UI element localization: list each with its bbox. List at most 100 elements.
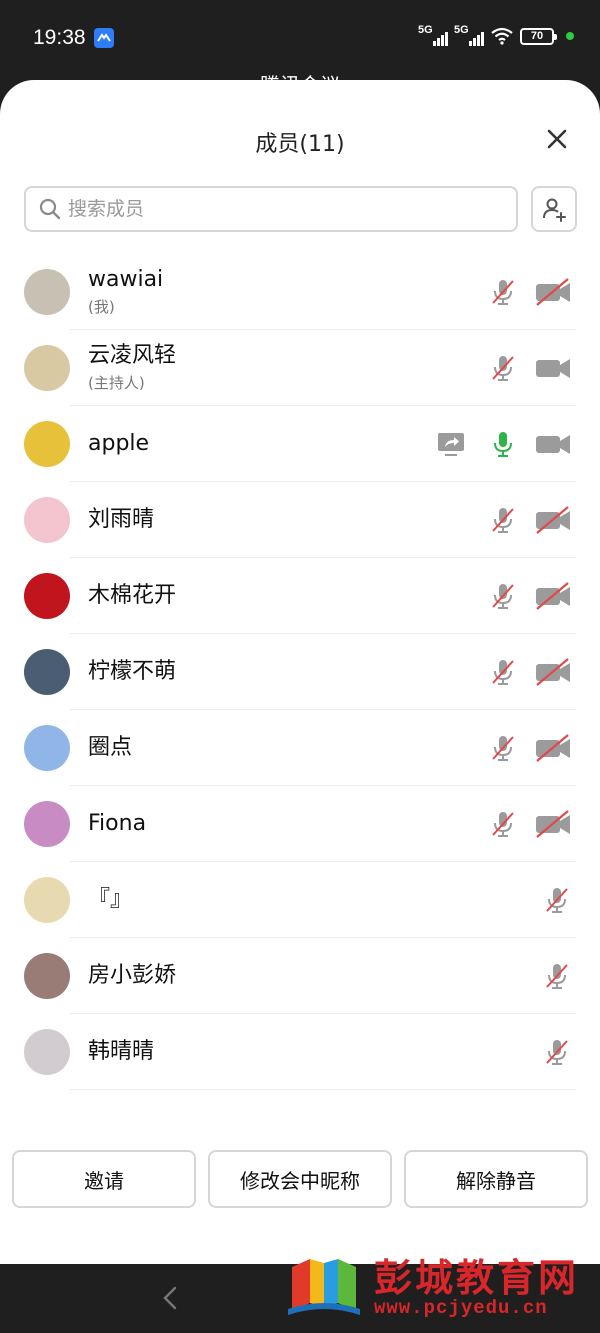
invite-button[interactable]: 邀请 — [12, 1150, 196, 1208]
member-status-icons — [488, 710, 572, 786]
mic-muted-icon[interactable] — [488, 733, 518, 763]
camera-off-icon[interactable] — [534, 733, 572, 763]
member-name-block: 木棉花开 — [88, 558, 176, 634]
member-status-icons — [488, 558, 572, 634]
mic-muted-icon[interactable] — [488, 581, 518, 611]
member-name-block: 柠檬不萌 — [88, 634, 176, 710]
mic-muted-icon[interactable] — [488, 277, 518, 307]
avatar — [24, 649, 70, 695]
member-name: 圈点 — [88, 735, 133, 760]
camera-icon[interactable] — [534, 429, 572, 459]
mic-muted-icon[interactable] — [488, 505, 518, 535]
avatar — [24, 345, 70, 391]
member-name: 『』 — [88, 887, 133, 912]
members-sheet: 成员(11) wawiai (我) 云凌风轻 (主持人) apple 刘雨晴木棉花开柠檬不… — [0, 80, 600, 1264]
member-status-icons — [436, 406, 572, 482]
member-row[interactable]: 木棉花开 — [0, 558, 600, 634]
member-name: Fiona — [88, 811, 147, 836]
screen-share-icon — [438, 433, 464, 456]
camera-off-icon[interactable] — [534, 809, 572, 839]
member-row[interactable]: Fiona — [0, 786, 600, 862]
member-status-icons — [542, 1014, 572, 1090]
add-person-icon — [543, 198, 566, 222]
member-name: 木棉花开 — [88, 583, 177, 608]
avatar — [24, 421, 70, 467]
member-status-icons — [488, 254, 572, 330]
camera-off-icon[interactable] — [534, 581, 572, 611]
avatar — [24, 269, 70, 315]
avatar — [24, 725, 70, 771]
member-status-icons — [488, 634, 572, 710]
member-row[interactable]: 『』 — [0, 862, 600, 938]
mic-muted-icon[interactable] — [542, 1037, 572, 1067]
mic-muted-icon[interactable] — [542, 961, 572, 991]
member-name: 柠檬不萌 — [88, 659, 177, 684]
member-name-block: 圈点 — [88, 710, 132, 786]
member-row[interactable]: wawiai (我) — [0, 254, 600, 330]
rename-button[interactable]: 修改会中昵称 — [208, 1150, 392, 1208]
battery-icon: 70 — [520, 27, 557, 45]
add-member-button[interactable] — [531, 186, 577, 232]
member-name-block: 云凌风轻 (主持人) — [88, 330, 176, 406]
camera-icon[interactable] — [534, 353, 572, 383]
member-list: wawiai (我) 云凌风轻 (主持人) apple 刘雨晴木棉花开柠檬不萌圈点 Fion… — [0, 254, 600, 1090]
member-status-icons — [488, 330, 572, 406]
member-row[interactable]: 房小彭娇 — [0, 938, 600, 1014]
camera-off-icon[interactable] — [534, 277, 572, 307]
watermark-title: 彭城教育网 — [374, 1255, 580, 1300]
wifi-icon — [491, 27, 513, 45]
member-status-icons — [488, 482, 572, 558]
avatar — [24, 877, 70, 923]
status-time: 19:38 — [33, 26, 86, 49]
member-name-block: 房小彭娇 — [88, 938, 176, 1014]
sheet-title: 成员(11) — [255, 132, 345, 157]
signal-icon: 5G — [418, 24, 448, 46]
member-name-block: 韩晴晴 — [88, 1014, 154, 1090]
book-logo-icon — [288, 1259, 360, 1315]
member-name: wawiai — [88, 267, 164, 292]
member-name-block: 刘雨晴 — [88, 482, 154, 558]
member-name-block: apple — [88, 406, 149, 482]
search-box[interactable] — [24, 186, 518, 232]
signal-icon: 5G — [454, 24, 484, 46]
member-status-icons — [542, 862, 572, 938]
member-name: 韩晴晴 — [88, 1039, 155, 1064]
member-row[interactable]: 刘雨晴 — [0, 482, 600, 558]
avatar — [24, 497, 70, 543]
member-role: (主持人) — [88, 374, 145, 392]
avatar — [24, 573, 70, 619]
camera-off-icon[interactable] — [534, 657, 572, 687]
member-row[interactable]: 柠檬不萌 — [0, 634, 600, 710]
watermark: 彭城教育网 www.pcjyedu.cn — [280, 1245, 590, 1325]
search-input[interactable] — [68, 198, 488, 220]
privacy-indicator-dot — [566, 32, 574, 40]
mic-icon[interactable] — [488, 429, 518, 459]
avatar — [24, 953, 70, 999]
member-row[interactable]: 韩晴晴 — [0, 1014, 600, 1090]
member-name-block: Fiona — [88, 786, 146, 862]
member-name-block: 『』 — [88, 862, 132, 938]
member-name: 房小彭娇 — [88, 963, 177, 988]
camera-off-icon[interactable] — [534, 505, 572, 535]
member-status-icons — [488, 786, 572, 862]
member-name-block: wawiai (我) — [88, 254, 163, 330]
member-row[interactable]: 圈点 — [0, 710, 600, 786]
status-indicators: 5G 5G 70 — [418, 24, 574, 46]
mic-muted-icon[interactable] — [488, 657, 518, 687]
bottom-actions: 邀请 修改会中昵称 解除静音 — [12, 1150, 588, 1208]
mic-muted-icon[interactable] — [488, 353, 518, 383]
back-icon[interactable] — [160, 1284, 180, 1312]
mic-muted-icon[interactable] — [488, 809, 518, 839]
member-row[interactable]: apple — [0, 406, 600, 482]
search-icon — [39, 198, 61, 220]
member-status-icons — [542, 938, 572, 1014]
status-bar: 19:38 5G 5G 70 — [0, 0, 600, 78]
avatar — [24, 1029, 70, 1075]
member-row[interactable]: 云凌风轻 (主持人) — [0, 330, 600, 406]
member-name: apple — [88, 431, 150, 456]
member-name: 刘雨晴 — [88, 507, 155, 532]
mic-muted-icon[interactable] — [542, 885, 572, 915]
row-divider — [70, 1089, 576, 1090]
close-icon[interactable] — [540, 122, 574, 156]
unmute-all-button[interactable]: 解除静音 — [404, 1150, 588, 1208]
